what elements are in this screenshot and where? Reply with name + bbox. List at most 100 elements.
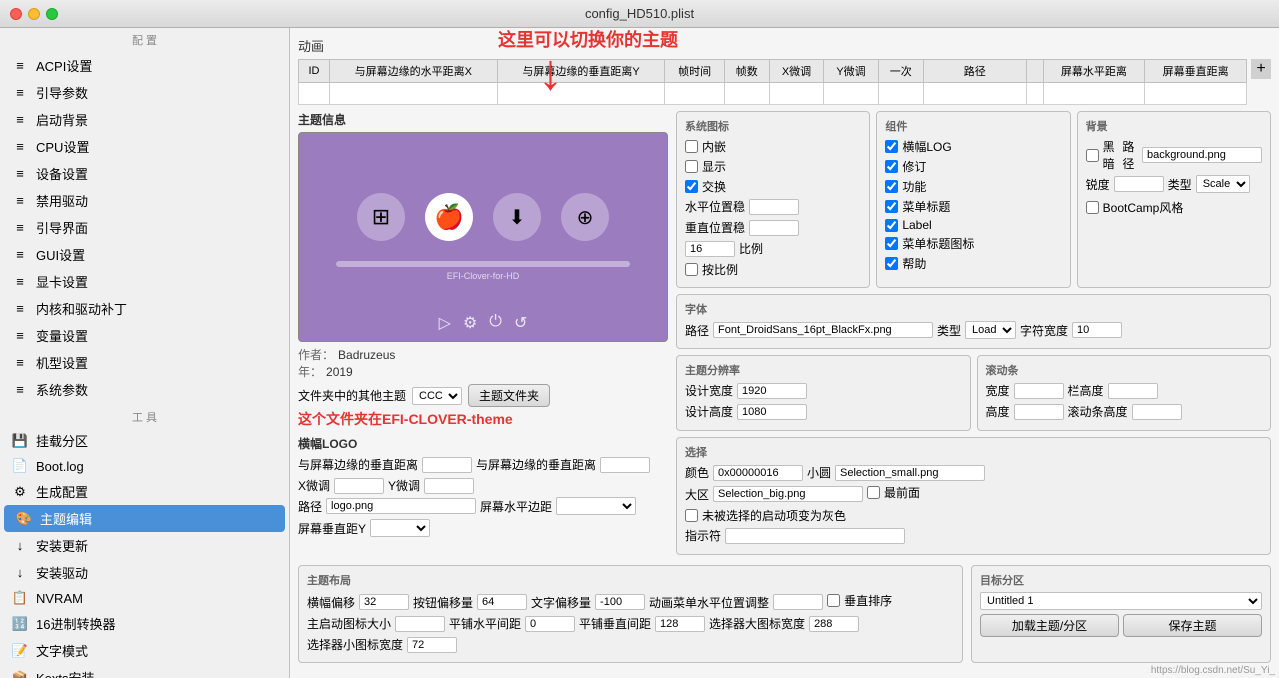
design-width-input[interactable] — [737, 383, 807, 399]
scrollbar-height-input[interactable] — [1014, 404, 1064, 420]
sidebar-item-boot-bg[interactable]: ≡ 启动背景 — [0, 106, 289, 133]
bg-path-input[interactable] — [1142, 147, 1262, 163]
sidebar-item-bootlog[interactable]: 📄 Boot.log — [0, 454, 289, 478]
sidebar-item-text[interactable]: 📝 文字模式 — [0, 637, 289, 664]
sys-icon-embed-label: 内嵌 — [702, 138, 726, 155]
sidebar-item-boot-params[interactable]: ≡ 引导参数 — [0, 79, 289, 106]
sidebar-item-theme-editor[interactable]: 🎨 主题编辑 — [4, 505, 285, 532]
selector-small-input[interactable] — [407, 637, 457, 653]
sidebar-item-kernel[interactable]: ≡ 内核和驱动补丁 — [0, 295, 289, 322]
anim-horiz-input[interactable] — [773, 594, 823, 610]
sidebar-item-sys-params[interactable]: ≡ 系统参数 — [0, 376, 289, 403]
target-select[interactable]: Untitled 1 — [980, 592, 1262, 610]
pointer-input[interactable] — [725, 528, 905, 544]
sys-icon-embed-checkbox[interactable] — [685, 140, 698, 153]
bar-height-input[interactable] — [1108, 383, 1158, 399]
text-icon: 📝 — [12, 643, 28, 659]
author-info: 作者： Badruzeus 年： 2019 — [298, 346, 668, 380]
window-controls[interactable] — [10, 8, 58, 20]
logo-horiz-dist-input[interactable] — [422, 457, 472, 473]
sidebar-item-smbios[interactable]: ≡ 机型设置 — [0, 349, 289, 376]
sidebar-item-acpi[interactable]: ≡ ACPI设置 — [0, 52, 289, 79]
minimize-button[interactable] — [28, 8, 40, 20]
scrollbar-width-input[interactable] — [1014, 383, 1064, 399]
scale-input[interactable] — [685, 241, 735, 257]
sidebar-item-install-kext[interactable]: ↓ 安装驱动 — [0, 559, 289, 586]
by-scale-checkbox[interactable] — [685, 263, 698, 276]
btn-offset-input[interactable] — [477, 594, 527, 610]
front-checkbox[interactable] — [867, 486, 880, 499]
sidebar-item-install-update[interactable]: ↓ 安装更新 — [0, 532, 289, 559]
sharpness-input[interactable] — [1114, 176, 1164, 192]
sidebar-item-gui[interactable]: ≡ 引导界面 — [0, 214, 289, 241]
other-theme-select[interactable]: CCC — [412, 387, 462, 405]
logo-path-input[interactable] — [326, 498, 476, 514]
horiz-pos-input[interactable] — [749, 199, 799, 215]
download-icon2: ↓ — [12, 565, 28, 581]
scrollbar-height-row: 高度 滚动条高度 — [986, 403, 1263, 420]
large-input[interactable] — [713, 486, 863, 502]
scroll-height-input[interactable] — [1132, 404, 1182, 420]
close-button[interactable] — [10, 8, 22, 20]
maximize-button[interactable] — [46, 8, 58, 20]
selector-large-input[interactable] — [809, 616, 859, 632]
tile-vert-input[interactable] — [655, 616, 705, 632]
sidebar-item-cpu[interactable]: ≡ CPU设置 — [0, 133, 289, 160]
logo-dist-row: 与屏幕边缘的垂直距离 与屏幕边缘的垂直距离 X微调 Y微调 — [298, 456, 668, 494]
logo-y-adjust-input[interactable] — [424, 478, 474, 494]
col-frame-time: 帧时间 — [665, 60, 724, 83]
small-input[interactable] — [835, 465, 985, 481]
theme-folder-button[interactable]: 主题文件夹 — [468, 384, 550, 407]
font-type-select[interactable]: Load — [965, 321, 1016, 339]
load-theme-button[interactable]: 加载主题/分区 — [980, 614, 1119, 637]
design-height-input[interactable] — [737, 404, 807, 420]
comp-logo-checkbox[interactable] — [885, 140, 898, 153]
animation-section: 动画 ID 与屏幕边缘的水平距离X 与屏幕边缘的垂直距离Y 帧时间 帧数 X微调 — [298, 36, 1271, 105]
sidebar-item-disable-kext[interactable]: ≡ 禁用驱动 — [0, 187, 289, 214]
sidebar-item-nvram[interactable]: 📋 NVRAM — [0, 586, 289, 610]
sys-icon-show-checkbox[interactable] — [685, 160, 698, 173]
bg-dark-checkbox[interactable] — [1086, 149, 1099, 162]
table-row — [299, 83, 1247, 105]
sidebar-item-mount[interactable]: 💾 挂载分区 — [0, 427, 289, 454]
comp-revision-checkbox[interactable] — [885, 160, 898, 173]
screen-vert-select[interactable] — [370, 519, 430, 537]
logo-vert-dist-input[interactable] — [600, 457, 650, 473]
logo-x-adjust-input[interactable] — [334, 478, 384, 494]
bootcamp-checkbox[interactable] — [1086, 201, 1099, 214]
add-animation-button[interactable]: + — [1251, 59, 1271, 79]
font-path-input[interactable] — [713, 322, 933, 338]
text-offset-input[interactable] — [595, 594, 645, 610]
char-width-input[interactable] — [1072, 322, 1122, 338]
layout-title: 主题布局 — [307, 572, 954, 588]
vert-sort-checkbox[interactable] — [827, 594, 840, 607]
sidebar-item-devices[interactable]: ≡ 设备设置 — [0, 160, 289, 187]
tile-horiz-input[interactable] — [525, 616, 575, 632]
preview-text: EFI-Clover-for-HD — [447, 271, 520, 281]
comp-help-checkbox[interactable] — [885, 257, 898, 270]
horiz-offset-input[interactable] — [359, 594, 409, 610]
comp-menu-icon-checkbox[interactable] — [885, 237, 898, 250]
sidebar-item-vars[interactable]: ≡ 变量设置 — [0, 322, 289, 349]
comp-func-checkbox[interactable] — [885, 180, 898, 193]
year-value: 2019 — [326, 365, 353, 379]
sys-icon-swap-checkbox[interactable] — [685, 180, 698, 193]
sidebar-item-gui-settings[interactable]: ≡ GUI设置 — [0, 241, 289, 268]
tile-horiz-label: 平铺水平间距 — [449, 615, 521, 632]
bg-type-select[interactable]: Scale — [1196, 175, 1250, 193]
sidebar-label-sys: 系统参数 — [36, 380, 88, 399]
sidebar-item-kexts[interactable]: 📦 Kexts安装 — [0, 664, 289, 678]
comp-label-checkbox[interactable] — [885, 219, 898, 232]
sidebar-label-gui-settings: GUI设置 — [36, 245, 85, 264]
vert-pos-input[interactable] — [749, 220, 799, 236]
gray-checkbox[interactable] — [685, 509, 698, 522]
screen-horiz-select[interactable] — [556, 497, 636, 515]
sidebar-item-gpu[interactable]: ≡ 显卡设置 — [0, 268, 289, 295]
color-input[interactable] — [713, 465, 803, 481]
save-theme-button[interactable]: 保存主题 — [1123, 614, 1262, 637]
sidebar-item-gen-config[interactable]: ⚙ 生成配置 — [0, 478, 289, 505]
comp-menu-title-checkbox[interactable] — [885, 200, 898, 213]
icon-size-input[interactable] — [395, 616, 445, 632]
sidebar-item-hex[interactable]: 🔢 16进制转换器 — [0, 610, 289, 637]
layout-row1: 横幅偏移 按钮偏移量 文字偏移量 动画菜单水平位置调整 垂直排序 — [307, 592, 954, 612]
